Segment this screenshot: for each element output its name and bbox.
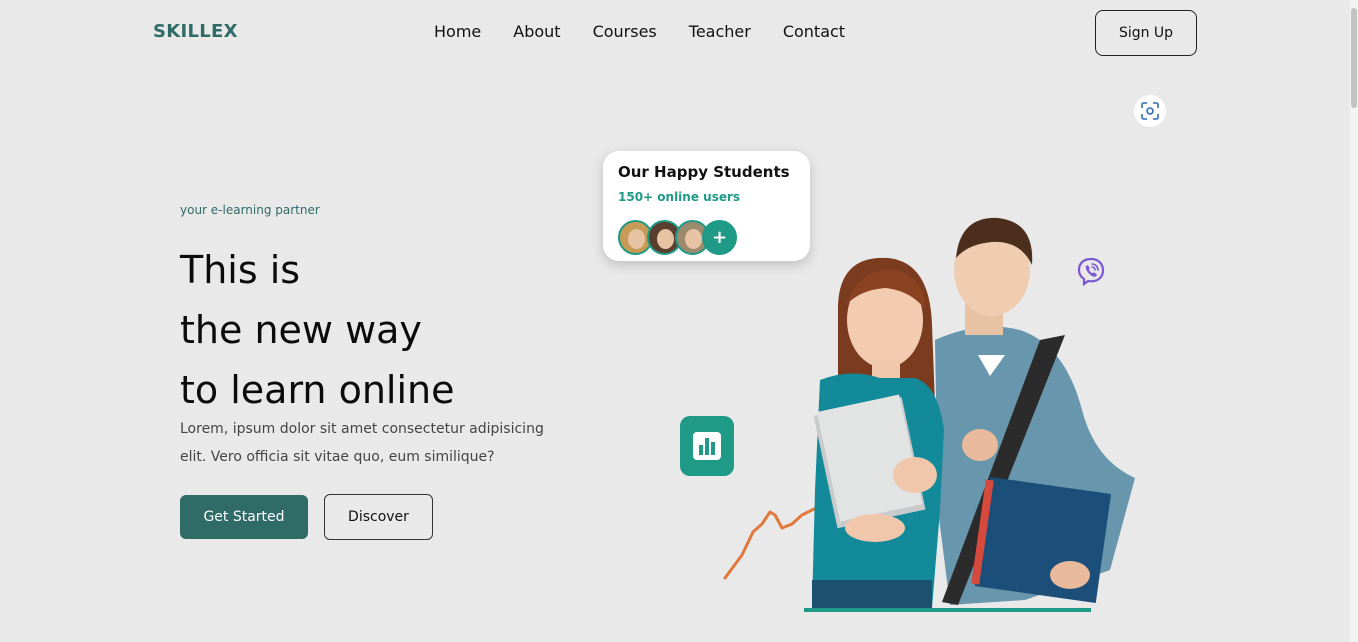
nav-courses[interactable]: Courses: [593, 22, 657, 41]
nav-home[interactable]: Home: [434, 22, 481, 41]
headline-line-2: the new way: [180, 308, 422, 352]
students-illustration: [723, 217, 1135, 612]
sign-up-button[interactable]: Sign Up: [1095, 10, 1197, 56]
scan-icon[interactable]: [1134, 95, 1166, 127]
boy-figure: [935, 217, 1135, 605]
hero-headline: This is the new way to learn online: [180, 240, 454, 420]
scrollbar[interactable]: [1350, 0, 1358, 642]
discover-button[interactable]: Discover: [324, 494, 433, 540]
nav-contact[interactable]: Contact: [783, 22, 845, 41]
page: SKILLEX Home About Courses Teacher Conta…: [0, 0, 1358, 642]
card-title: Our Happy Students: [618, 163, 790, 181]
tagline: your e-learning partner: [180, 203, 320, 217]
hero-description: Lorem, ipsum dolor sit amet consectetur …: [180, 421, 544, 465]
logo[interactable]: SKILLEX: [153, 21, 238, 42]
scrollbar-thumb[interactable]: [1351, 8, 1357, 108]
nav-teacher[interactable]: Teacher: [689, 22, 751, 41]
nav-about[interactable]: About: [513, 22, 560, 41]
headline-line-3: to learn online: [180, 368, 455, 412]
main-nav: Home About Courses Teacher Contact: [434, 22, 845, 41]
get-started-button[interactable]: Get Started: [180, 495, 308, 539]
headline-line-1: This is: [180, 248, 301, 292]
card-subtitle: 150+ online users: [618, 190, 741, 204]
girl-figure: [812, 257, 944, 608]
